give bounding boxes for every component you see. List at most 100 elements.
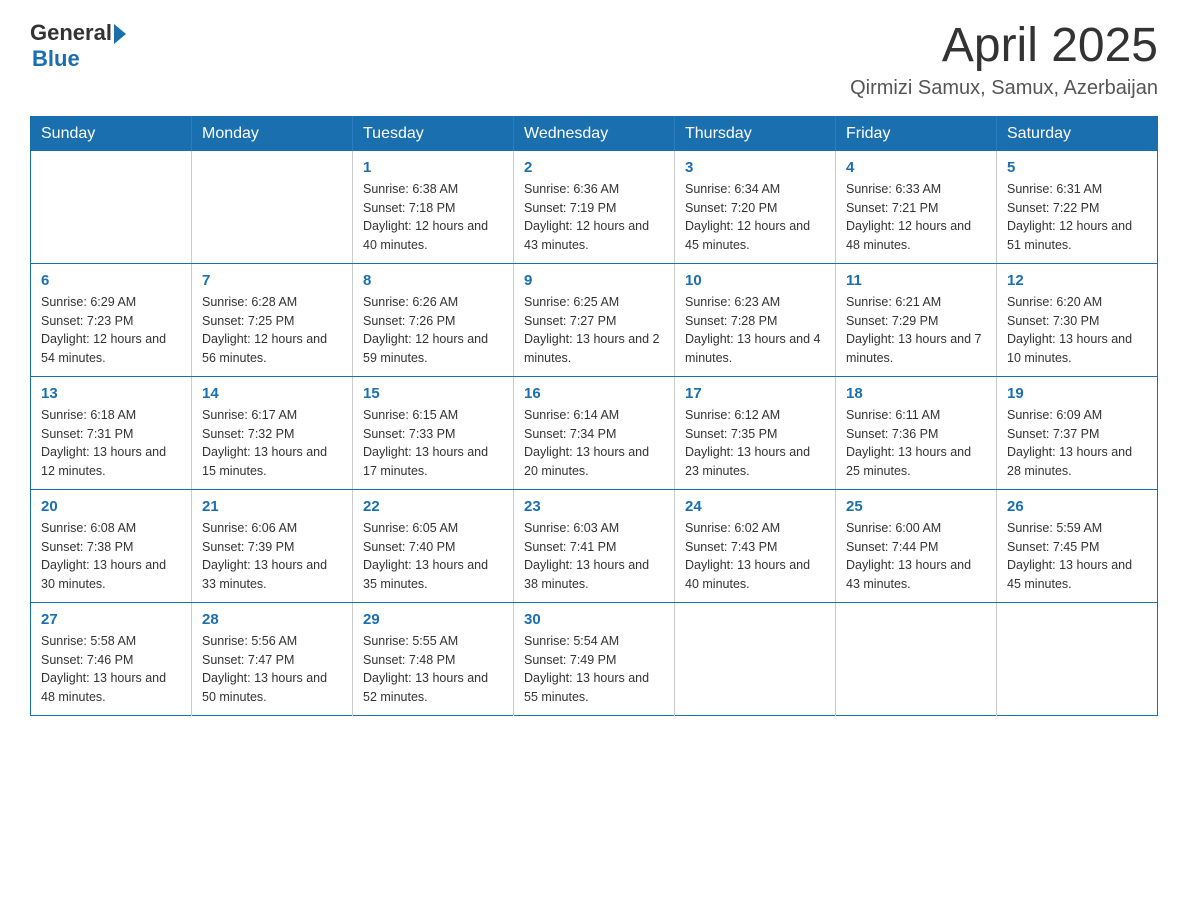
day-number: 1 [363,159,503,176]
calendar-day-cell: 6 Sunrise: 6:29 AM Sunset: 7:23 PM Daylig… [31,263,192,376]
calendar-day-cell: 23 Sunrise: 6:03 AM Sunset: 7:41 PM Dayli… [514,489,675,602]
day-info: Sunrise: 6:12 AM Sunset: 7:35 PM Dayligh… [685,406,825,481]
calendar-day-cell: 27 Sunrise: 5:58 AM Sunset: 7:46 PM Dayli… [31,602,192,715]
calendar-day-cell: 9 Sunrise: 6:25 AM Sunset: 7:27 PM Daylig… [514,263,675,376]
day-number: 28 [202,611,342,628]
day-number: 3 [685,159,825,176]
calendar-day-header: Friday [836,116,997,151]
day-number: 6 [41,272,181,289]
day-info: Sunrise: 6:21 AM Sunset: 7:29 PM Dayligh… [846,293,986,368]
day-number: 17 [685,385,825,402]
calendar-day-header: Monday [192,116,353,151]
day-info: Sunrise: 6:17 AM Sunset: 7:32 PM Dayligh… [202,406,342,481]
day-info: Sunrise: 6:08 AM Sunset: 7:38 PM Dayligh… [41,519,181,594]
title-section: April 2025 Qirmizi Samux, Samux, Azerbai… [850,20,1158,100]
calendar-day-header: Wednesday [514,116,675,151]
day-info: Sunrise: 5:56 AM Sunset: 7:47 PM Dayligh… [202,632,342,707]
calendar-week-row: 13 Sunrise: 6:18 AM Sunset: 7:31 PM Dayli… [31,376,1158,489]
day-info: Sunrise: 5:58 AM Sunset: 7:46 PM Dayligh… [41,632,181,707]
calendar-day-cell: 15 Sunrise: 6:15 AM Sunset: 7:33 PM Dayli… [353,376,514,489]
day-info: Sunrise: 6:25 AM Sunset: 7:27 PM Dayligh… [524,293,664,368]
day-info: Sunrise: 6:00 AM Sunset: 7:44 PM Dayligh… [846,519,986,594]
calendar-day-cell: 19Sunrise: 6:09 AM Sunset: 7:37 PM Dayli… [997,376,1158,489]
calendar-day-cell [675,602,836,715]
calendar-week-row: 6 Sunrise: 6:29 AM Sunset: 7:23 PM Daylig… [31,263,1158,376]
day-number: 29 [363,611,503,628]
calendar-day-cell: 8 Sunrise: 6:26 AM Sunset: 7:26 PM Daylig… [353,263,514,376]
day-info: Sunrise: 6:23 AM Sunset: 7:28 PM Dayligh… [685,293,825,368]
calendar-day-cell: 29 Sunrise: 5:55 AM Sunset: 7:48 PM Dayli… [353,602,514,715]
calendar-day-cell: 13 Sunrise: 6:18 AM Sunset: 7:31 PM Dayli… [31,376,192,489]
calendar-day-cell: 18Sunrise: 6:11 AM Sunset: 7:36 PM Dayli… [836,376,997,489]
logo-blue-text: Blue [32,46,80,72]
day-info: Sunrise: 6:18 AM Sunset: 7:31 PM Dayligh… [41,406,181,481]
calendar-day-cell [192,151,353,264]
day-info: Sunrise: 6:34 AM Sunset: 7:20 PM Dayligh… [685,180,825,255]
calendar-day-header: Thursday [675,116,836,151]
day-number: 13 [41,385,181,402]
calendar-day-cell: 22 Sunrise: 6:05 AM Sunset: 7:40 PM Dayli… [353,489,514,602]
day-number: 30 [524,611,664,628]
day-number: 21 [202,498,342,515]
day-info: Sunrise: 6:05 AM Sunset: 7:40 PM Dayligh… [363,519,503,594]
day-number: 10 [685,272,825,289]
calendar-table: SundayMondayTuesdayWednesdayThursdayFrid… [30,116,1158,716]
calendar-day-cell: 21 Sunrise: 6:06 AM Sunset: 7:39 PM Dayli… [192,489,353,602]
day-info: Sunrise: 6:33 AM Sunset: 7:21 PM Dayligh… [846,180,986,255]
day-number: 8 [363,272,503,289]
day-info: Sunrise: 5:54 AM Sunset: 7:49 PM Dayligh… [524,632,664,707]
calendar-week-row: 1 Sunrise: 6:38 AM Sunset: 7:18 PM Daylig… [31,151,1158,264]
calendar-day-cell [997,602,1158,715]
day-number: 7 [202,272,342,289]
day-info: Sunrise: 6:38 AM Sunset: 7:18 PM Dayligh… [363,180,503,255]
day-number: 2 [524,159,664,176]
calendar-day-cell: 11Sunrise: 6:21 AM Sunset: 7:29 PM Dayli… [836,263,997,376]
day-info: Sunrise: 6:20 AM Sunset: 7:30 PM Dayligh… [1007,293,1147,368]
calendar-day-header: Sunday [31,116,192,151]
calendar-day-cell: 5 Sunrise: 6:31 AM Sunset: 7:22 PM Daylig… [997,151,1158,264]
day-number: 24 [685,498,825,515]
page-header: General Blue April 2025 Qirmizi Samux, S… [30,20,1158,100]
day-info: Sunrise: 6:28 AM Sunset: 7:25 PM Dayligh… [202,293,342,368]
day-number: 5 [1007,159,1147,176]
day-info: Sunrise: 6:11 AM Sunset: 7:36 PM Dayligh… [846,406,986,481]
day-number: 26 [1007,498,1147,515]
day-number: 20 [41,498,181,515]
day-number: 27 [41,611,181,628]
day-number: 22 [363,498,503,515]
calendar-day-cell: 14Sunrise: 6:17 AM Sunset: 7:32 PM Dayli… [192,376,353,489]
calendar-day-cell: 20 Sunrise: 6:08 AM Sunset: 7:38 PM Dayli… [31,489,192,602]
day-info: Sunrise: 5:55 AM Sunset: 7:48 PM Dayligh… [363,632,503,707]
calendar-day-cell: 28 Sunrise: 5:56 AM Sunset: 7:47 PM Dayli… [192,602,353,715]
day-info: Sunrise: 6:29 AM Sunset: 7:23 PM Dayligh… [41,293,181,368]
calendar-day-cell: 12 Sunrise: 6:20 AM Sunset: 7:30 PM Dayli… [997,263,1158,376]
calendar-day-cell: 2Sunrise: 6:36 AM Sunset: 7:19 PM Daylig… [514,151,675,264]
day-info: Sunrise: 6:26 AM Sunset: 7:26 PM Dayligh… [363,293,503,368]
page-title: April 2025 [850,20,1158,73]
calendar-day-cell: 3 Sunrise: 6:34 AM Sunset: 7:20 PM Daylig… [675,151,836,264]
day-info: Sunrise: 6:02 AM Sunset: 7:43 PM Dayligh… [685,519,825,594]
calendar-week-row: 20 Sunrise: 6:08 AM Sunset: 7:38 PM Dayli… [31,489,1158,602]
page-subtitle: Qirmizi Samux, Samux, Azerbaijan [850,77,1158,100]
logo-arrow-icon [114,24,126,44]
day-number: 12 [1007,272,1147,289]
calendar-day-cell: 30 Sunrise: 5:54 AM Sunset: 7:49 PM Dayli… [514,602,675,715]
day-info: Sunrise: 6:06 AM Sunset: 7:39 PM Dayligh… [202,519,342,594]
calendar-day-cell: 16Sunrise: 6:14 AM Sunset: 7:34 PM Dayli… [514,376,675,489]
calendar-day-cell [836,602,997,715]
day-number: 4 [846,159,986,176]
calendar-day-cell: 25 Sunrise: 6:00 AM Sunset: 7:44 PM Dayli… [836,489,997,602]
day-number: 9 [524,272,664,289]
calendar-day-cell [31,151,192,264]
logo-general-text: General [30,20,112,46]
day-info: Sunrise: 6:03 AM Sunset: 7:41 PM Dayligh… [524,519,664,594]
day-info: Sunrise: 6:31 AM Sunset: 7:22 PM Dayligh… [1007,180,1147,255]
day-info: Sunrise: 5:59 AM Sunset: 7:45 PM Dayligh… [1007,519,1147,594]
day-number: 25 [846,498,986,515]
day-info: Sunrise: 6:15 AM Sunset: 7:33 PM Dayligh… [363,406,503,481]
day-number: 15 [363,385,503,402]
day-number: 16 [524,385,664,402]
calendar-day-cell: 26 Sunrise: 5:59 AM Sunset: 7:45 PM Dayli… [997,489,1158,602]
day-number: 23 [524,498,664,515]
day-number: 19 [1007,385,1147,402]
